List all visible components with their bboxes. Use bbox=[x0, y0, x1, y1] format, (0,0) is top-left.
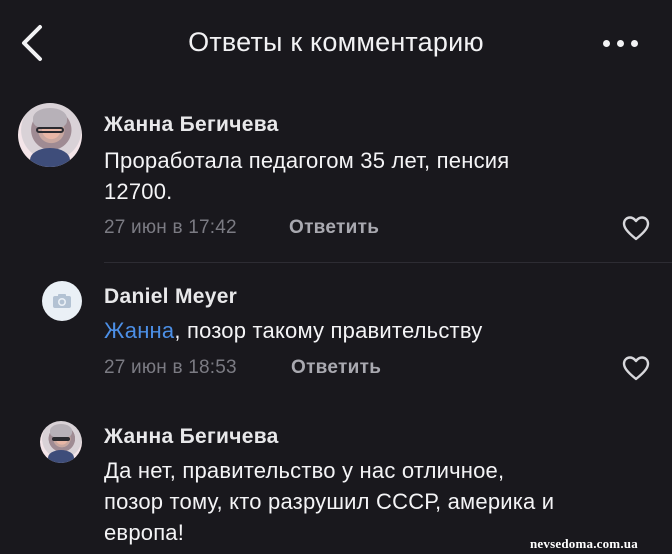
avatar[interactable] bbox=[18, 103, 82, 167]
comment-author[interactable]: Жанна Бегичева bbox=[104, 113, 279, 137]
like-button[interactable] bbox=[622, 355, 650, 386]
watermark: nevsedoma.com.ua bbox=[530, 536, 638, 551]
comment-author[interactable]: Daniel Meyer bbox=[104, 285, 237, 309]
page-title: Ответы к комментарию bbox=[188, 27, 484, 57]
more-button[interactable] bbox=[603, 40, 643, 50]
avatar[interactable] bbox=[42, 281, 82, 321]
reply-button[interactable]: Ответить bbox=[289, 217, 379, 239]
comment-author[interactable]: Жанна Бегичева bbox=[104, 425, 279, 449]
like-button[interactable] bbox=[622, 215, 650, 246]
comment-timestamp: 27 июн в 18:53 bbox=[104, 357, 237, 378]
divider bbox=[104, 262, 672, 263]
comment-timestamp: 27 июн в 17:42 bbox=[104, 217, 237, 238]
comment-text: Проработала педагогом 35 лет, пенсия 127… bbox=[104, 148, 510, 204]
reply-button[interactable]: Ответить bbox=[291, 357, 381, 379]
comment-text: Жанна, позор такому правительству bbox=[104, 318, 483, 343]
mention-link[interactable]: Жанна bbox=[104, 318, 174, 343]
heart-icon bbox=[622, 216, 650, 241]
comment-text: Да нет, правительство у нас отличное, по… bbox=[104, 458, 555, 545]
camera-placeholder-icon bbox=[53, 294, 71, 308]
heart-icon bbox=[622, 356, 650, 381]
avatar[interactable] bbox=[40, 421, 82, 463]
